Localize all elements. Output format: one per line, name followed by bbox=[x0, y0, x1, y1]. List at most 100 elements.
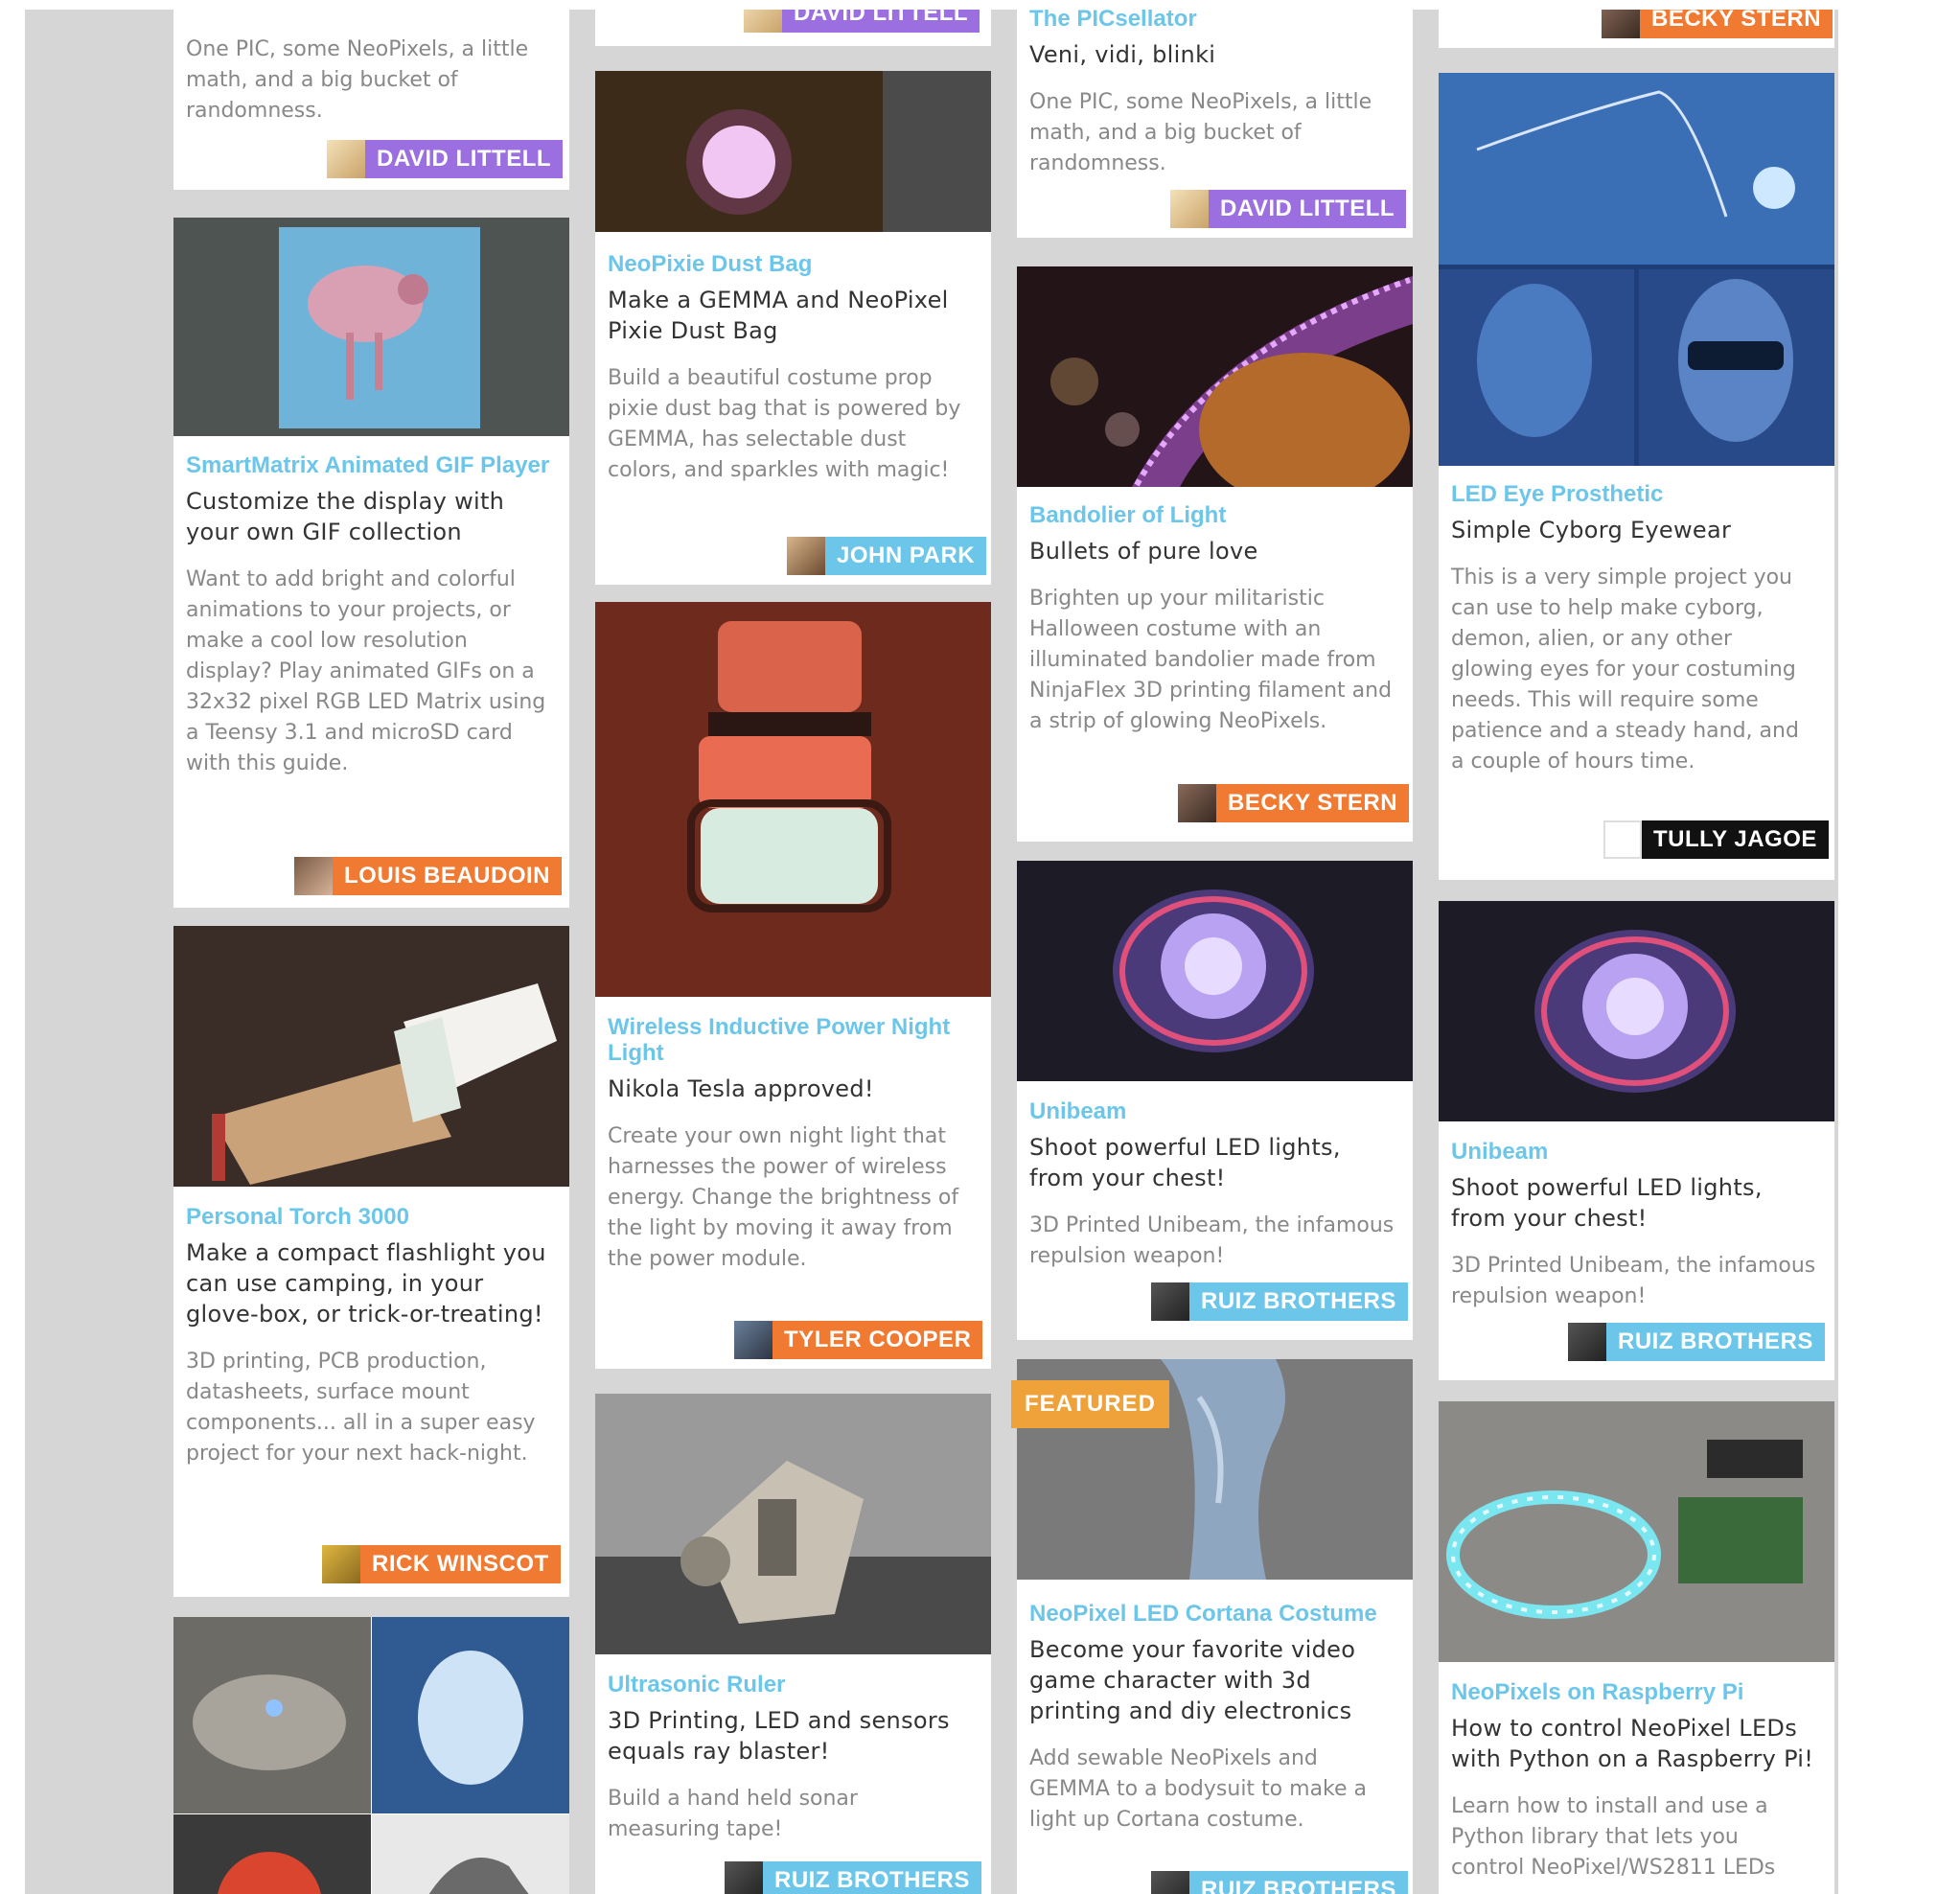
project-card-picsellator[interactable]: The PICsellator Veni, vidi, blinki One P… bbox=[1017, 10, 1413, 238]
project-image[interactable] bbox=[1439, 73, 1834, 466]
author-tag[interactable]: RUIZ BROTHERS bbox=[1151, 1871, 1408, 1894]
project-image[interactable] bbox=[1439, 901, 1834, 1121]
project-card-led-eye[interactable]: LED Eye Prosthetic Simple Cyborg Eyewear… bbox=[1439, 73, 1834, 880]
featured-badge: FEATURED bbox=[1011, 1380, 1169, 1428]
author-avatar bbox=[1170, 190, 1209, 228]
project-title[interactable]: SmartMatrix Animated GIF Player bbox=[186, 452, 552, 478]
project-card-unibeam-2[interactable]: Unibeam Shoot powerful LED lights, from … bbox=[1439, 901, 1834, 1380]
author-avatar bbox=[787, 537, 825, 575]
author-name: LOUIS BEAUDOIN bbox=[333, 857, 563, 895]
project-title[interactable]: Personal Torch 3000 bbox=[186, 1204, 552, 1230]
author-tag[interactable]: JOHN PARK bbox=[787, 537, 987, 575]
author-tag[interactable]: DAVID LITTELL bbox=[327, 140, 564, 178]
dust-bag-photo bbox=[595, 71, 991, 232]
project-card-picsellator-partial[interactable]: One PIC, some NeoPixels, a little math, … bbox=[173, 10, 569, 190]
project-subtitle: Veni, vidi, blinki bbox=[1029, 41, 1216, 68]
author-avatar bbox=[1568, 1323, 1606, 1361]
project-description: Build a hand held sonar measuring tape! bbox=[608, 1787, 858, 1841]
project-title[interactable]: Ultrasonic Ruler bbox=[608, 1672, 974, 1698]
project-card-top-col2-partial[interactable]: DAVID LITTELL bbox=[595, 10, 991, 46]
project-subtitle: Simple Cyborg Eyewear bbox=[1451, 517, 1732, 543]
project-image[interactable] bbox=[1017, 266, 1413, 487]
project-card-personal-torch[interactable]: Personal Torch 3000 Make a compact flash… bbox=[173, 926, 569, 1597]
collage-photo bbox=[173, 1617, 569, 1894]
project-card-smartmatrix[interactable]: SmartMatrix Animated GIF Player Customiz… bbox=[173, 218, 569, 908]
project-title[interactable]: LED Eye Prosthetic bbox=[1451, 481, 1817, 507]
author-name: DAVID LITTELL bbox=[365, 140, 564, 178]
project-image[interactable] bbox=[595, 602, 991, 997]
author-tag[interactable]: TULLY JAGOE bbox=[1603, 820, 1829, 859]
project-title[interactable]: The PICsellator bbox=[1029, 10, 1395, 32]
project-subtitle: Customize the display with your own GIF … bbox=[186, 488, 505, 545]
project-description: Want to add bright and colorful animatio… bbox=[186, 567, 546, 775]
author-tag[interactable]: RICK WINSCOT bbox=[322, 1545, 561, 1583]
project-title[interactable]: Wireless Inductive Power Night Light bbox=[608, 1014, 974, 1066]
author-avatar bbox=[1151, 1282, 1189, 1321]
unibeam-photo bbox=[1017, 861, 1413, 1081]
project-title[interactable]: Bandolier of Light bbox=[1029, 502, 1395, 528]
night-light-photo bbox=[595, 602, 991, 997]
project-subtitle: How to control NeoPixel LEDs with Python… bbox=[1451, 1715, 1814, 1772]
project-image[interactable] bbox=[1439, 1401, 1834, 1662]
author-avatar bbox=[1602, 10, 1640, 38]
project-card-wireless-night-light[interactable]: Wireless Inductive Power Night Light Nik… bbox=[595, 602, 991, 1369]
author-tag[interactable]: LOUIS BEAUDOIN bbox=[294, 857, 563, 895]
project-description: Create your own night light that harness… bbox=[608, 1124, 959, 1271]
unibeam-photo bbox=[1439, 901, 1834, 1121]
project-title[interactable]: Unibeam bbox=[1029, 1098, 1395, 1124]
project-description: This is a very simple project you can us… bbox=[1451, 566, 1799, 774]
author-name: TYLER COOPER bbox=[772, 1321, 983, 1359]
author-name: TULLY JAGOE bbox=[1642, 820, 1829, 859]
author-avatar bbox=[1178, 784, 1216, 822]
author-name: RUIZ BROTHERS bbox=[763, 1861, 981, 1894]
project-image[interactable] bbox=[595, 71, 991, 232]
project-image[interactable] bbox=[1017, 861, 1413, 1081]
author-avatar bbox=[734, 1321, 772, 1359]
author-tag[interactable]: DAVID LITTELL bbox=[1170, 190, 1407, 228]
author-tag[interactable]: BECKY STERN bbox=[1602, 10, 1833, 38]
project-title[interactable]: NeoPixel LED Cortana Costume bbox=[1029, 1601, 1395, 1627]
author-name: DAVID LITTELL bbox=[1209, 190, 1407, 228]
project-grid: One PIC, some NeoPixels, a little math, … bbox=[25, 10, 1838, 1894]
project-subtitle: Make a compact flashlight you can use ca… bbox=[186, 1239, 546, 1328]
project-description: Build a beautiful costume prop pixie dus… bbox=[608, 366, 961, 482]
project-card-raspberry-pi[interactable]: NeoPixels on Raspberry Pi How to control… bbox=[1439, 1401, 1834, 1894]
author-tag[interactable]: RUIZ BROTHERS bbox=[1568, 1323, 1825, 1361]
project-image[interactable] bbox=[173, 926, 569, 1187]
project-description: 3D Printed Unibeam, the infamous repulsi… bbox=[1451, 1254, 1816, 1308]
project-image[interactable] bbox=[173, 1617, 569, 1894]
author-name: JOHN PARK bbox=[825, 537, 987, 575]
ruler-photo bbox=[595, 1394, 991, 1654]
bandolier-photo bbox=[1017, 266, 1413, 487]
project-subtitle: Bullets of pure love bbox=[1029, 538, 1258, 565]
project-image[interactable] bbox=[595, 1394, 991, 1654]
project-subtitle: Become your favorite video game characte… bbox=[1029, 1636, 1356, 1724]
project-title[interactable]: NeoPixels on Raspberry Pi bbox=[1451, 1679, 1817, 1705]
author-avatar bbox=[1603, 820, 1642, 859]
project-card-cortana[interactable]: FEATURED NeoPixel LED Cortana Costume Be… bbox=[1011, 1359, 1413, 1894]
author-tag[interactable]: RUIZ BROTHERS bbox=[725, 1861, 981, 1894]
project-description: 3D Printed Unibeam, the infamous repulsi… bbox=[1029, 1213, 1395, 1268]
project-description: Add sewable NeoPixels and GEMMA to a bod… bbox=[1029, 1746, 1368, 1832]
author-tag[interactable]: DAVID LITTELL bbox=[744, 10, 980, 33]
project-image[interactable] bbox=[173, 218, 569, 436]
project-card-collage-partial[interactable] bbox=[173, 1617, 569, 1894]
project-description: One PIC, some NeoPixels, a little math, … bbox=[1029, 90, 1372, 175]
author-tag[interactable]: RUIZ BROTHERS bbox=[1151, 1282, 1408, 1321]
project-card-unibeam[interactable]: Unibeam Shoot powerful LED lights, from … bbox=[1017, 861, 1413, 1340]
author-name: DAVID LITTELL bbox=[782, 10, 980, 33]
project-subtitle: Shoot powerful LED lights, from your che… bbox=[1029, 1134, 1341, 1191]
project-card-top-col4-partial[interactable]: BECKY STERN bbox=[1439, 10, 1834, 48]
author-avatar bbox=[327, 140, 365, 178]
project-card-dust-bag[interactable]: NeoPixie Dust Bag Make a GEMMA and NeoPi… bbox=[595, 71, 991, 585]
project-card-bandolier[interactable]: Bandolier of Light Bullets of pure love … bbox=[1017, 266, 1413, 842]
author-avatar bbox=[744, 10, 782, 33]
author-tag[interactable]: BECKY STERN bbox=[1178, 784, 1410, 822]
author-avatar bbox=[294, 857, 333, 895]
project-title[interactable]: Unibeam bbox=[1451, 1139, 1817, 1165]
author-name: RUIZ BROTHERS bbox=[1606, 1323, 1825, 1361]
project-title[interactable]: NeoPixie Dust Bag bbox=[608, 251, 974, 277]
torch-photo bbox=[173, 926, 569, 1187]
project-card-ultrasonic-ruler[interactable]: Ultrasonic Ruler 3D Printing, LED and se… bbox=[595, 1394, 991, 1894]
author-tag[interactable]: TYLER COOPER bbox=[734, 1321, 983, 1359]
